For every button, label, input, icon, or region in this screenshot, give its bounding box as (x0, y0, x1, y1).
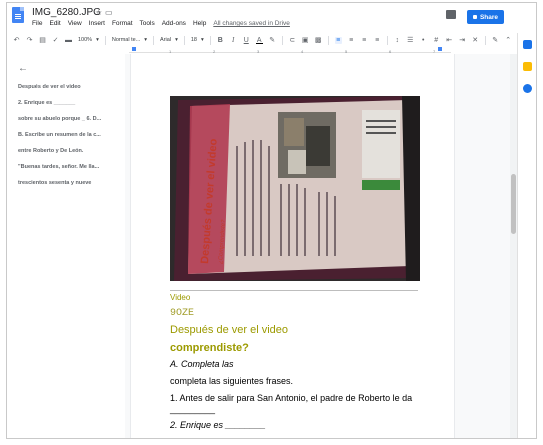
outline-item[interactable]: trescientos sesenta y nueve (18, 180, 91, 186)
body-line-instruction[interactable]: A. Completa las (170, 359, 234, 369)
spellcheck-icon[interactable]: ✓ (52, 37, 59, 44)
scrollbar-thumb[interactable] (511, 174, 516, 234)
tasks-icon[interactable] (523, 84, 532, 93)
toolbar-divider (484, 35, 486, 45)
outline-item[interactable]: entre Roberto y De León. (18, 148, 83, 154)
share-button[interactable]: Share (467, 10, 504, 24)
outline-item[interactable]: sobre su abuelo porque _ 6. D... (18, 116, 101, 122)
align-justify-icon[interactable]: ≡ (374, 37, 381, 44)
body-line-question-2[interactable]: 2. Enrique es ________ (170, 420, 266, 430)
font-size-select[interactable]: 18 ▾ (191, 37, 204, 43)
toolbar-divider (209, 35, 211, 45)
body-line-heading[interactable]: Después de ver el video (170, 324, 288, 336)
checklist-icon[interactable]: ☰ (407, 37, 414, 44)
back-arrow-icon[interactable]: ← (18, 63, 28, 74)
star-icon[interactable]: ☆ (95, 8, 102, 17)
insert-link-icon[interactable]: ⊂ (289, 37, 296, 44)
body-line-question-1[interactable]: 1. Antes de salir para San Antonio, el p… (170, 393, 412, 403)
side-panel (517, 33, 536, 438)
share-button-label: Share (479, 13, 499, 21)
save-status-link[interactable]: All changes saved in Drive (213, 20, 290, 27)
toolbar-divider (327, 35, 329, 45)
body-line-blank[interactable]: _________ (170, 404, 215, 414)
undo-icon[interactable]: ↶ (13, 37, 20, 44)
italic-icon[interactable]: I (230, 36, 237, 44)
editing-mode-icon[interactable]: ✎ (492, 37, 499, 44)
clear-formatting-icon[interactable]: ✕ (472, 37, 479, 44)
insert-image-icon[interactable]: ▩ (315, 37, 322, 44)
outline-item[interactable]: B. Escribe un resumen de la c... (18, 132, 101, 138)
increase-indent-icon[interactable]: ⇥ (459, 37, 466, 44)
vertical-scrollbar[interactable] (510, 54, 517, 438)
body-line-code[interactable]: 9OZE (170, 308, 194, 319)
text-color-icon[interactable]: A (255, 37, 263, 44)
font-value: Arial (160, 37, 172, 43)
document-outline: ← Después de ver el video 2. Enrique es … (7, 55, 125, 438)
document-title[interactable]: IMG_6280.JPG (32, 7, 101, 18)
chevron-down-icon: ▾ (200, 37, 204, 43)
print-icon[interactable]: ▤ (39, 37, 46, 44)
menu-insert[interactable]: Insert (89, 20, 105, 27)
align-center-icon[interactable]: ≡ (348, 37, 355, 44)
lock-icon (472, 15, 477, 19)
menu-addons[interactable]: Add-ons (162, 20, 186, 27)
body-line-text[interactable]: completa las siguientes frases. (170, 376, 293, 386)
align-right-icon[interactable]: ≡ (361, 37, 368, 44)
ruler[interactable]: 1 2 3 4 5 6 7 (129, 47, 451, 54)
body-line-subheading[interactable]: comprendiste? (170, 342, 249, 354)
chevron-down-icon: ▾ (175, 37, 178, 43)
zoom-value: 100% (78, 37, 93, 43)
document-canvas: Después de ver el video ¿Comprendiste? V… (125, 54, 515, 438)
title-bar: IMG_6280.JPG ☆ ▭ File Edit View Insert F… (7, 3, 536, 33)
document-page[interactable]: Después de ver el video ¿Comprendiste? V… (130, 54, 455, 438)
decrease-indent-icon[interactable]: ⇤ (446, 37, 453, 44)
menu-edit[interactable]: Edit (49, 20, 60, 27)
outline-item[interactable]: "Buenas tardes, señor. Me lla... (18, 164, 99, 170)
font-size-value: 18 (190, 37, 197, 43)
paragraph-style-value: Normal te... (111, 37, 141, 43)
collapse-toolbar-icon[interactable]: ⌃ (505, 37, 512, 44)
app-window: IMG_6280.JPG ☆ ▭ File Edit View Insert F… (6, 2, 537, 439)
comment-history-icon[interactable] (446, 10, 456, 19)
menu-bar: File Edit View Insert Format Tools Add-o… (32, 20, 290, 27)
toolbar-divider (104, 35, 106, 45)
numbered-list-icon[interactable]: # (433, 37, 440, 44)
font-select[interactable]: Arial ▾ (160, 37, 178, 43)
menu-tools[interactable]: Tools (140, 20, 155, 27)
menu-file[interactable]: File (32, 20, 42, 27)
formatting-toolbar: ↶ ↷ ▤ ✓ ▬ 100% ▾ Normal te... ▾ Arial ▾ … (7, 34, 517, 46)
textbook-photo[interactable]: Después de ver el video ¿Comprendiste? (170, 96, 420, 281)
outline-item[interactable]: 2. Enrique es _______ (18, 100, 75, 106)
redo-icon[interactable]: ↷ (26, 37, 33, 44)
docs-logo-icon[interactable] (12, 7, 24, 23)
toolbar-divider (153, 35, 155, 45)
align-left-icon[interactable]: ≡ (334, 36, 342, 44)
keep-icon[interactable] (523, 62, 532, 71)
menu-view[interactable]: View (68, 20, 82, 27)
move-folder-icon[interactable]: ▭ (105, 8, 113, 17)
outline-item[interactable]: Después de ver el video (18, 84, 81, 90)
chevron-down-icon: ▾ (96, 37, 99, 43)
insert-comment-icon[interactable]: ▣ (302, 37, 309, 44)
underline-icon[interactable]: U (243, 37, 250, 44)
right-indent-marker[interactable] (438, 47, 442, 51)
toolbar-divider (386, 35, 388, 45)
left-indent-marker[interactable] (132, 47, 136, 51)
paragraph-style-select[interactable]: Normal te... ▾ (112, 37, 147, 43)
calendar-icon[interactable] (523, 40, 532, 49)
horizontal-rule (170, 290, 418, 291)
menu-help[interactable]: Help (193, 20, 206, 27)
toolbar-divider (183, 35, 185, 45)
menu-format[interactable]: Format (112, 20, 133, 27)
chevron-down-icon: ▾ (144, 37, 148, 43)
highlight-color-icon[interactable]: ✎ (269, 37, 276, 44)
paint-format-icon[interactable]: ▬ (65, 37, 72, 44)
toolbar-divider (281, 35, 283, 45)
bulleted-list-icon[interactable]: • (420, 37, 427, 44)
body-line-video[interactable]: Video (170, 293, 190, 302)
bold-icon[interactable]: B (217, 37, 224, 44)
line-spacing-icon[interactable]: ↕ (394, 37, 401, 44)
zoom-select[interactable]: 100% ▾ (78, 37, 99, 43)
